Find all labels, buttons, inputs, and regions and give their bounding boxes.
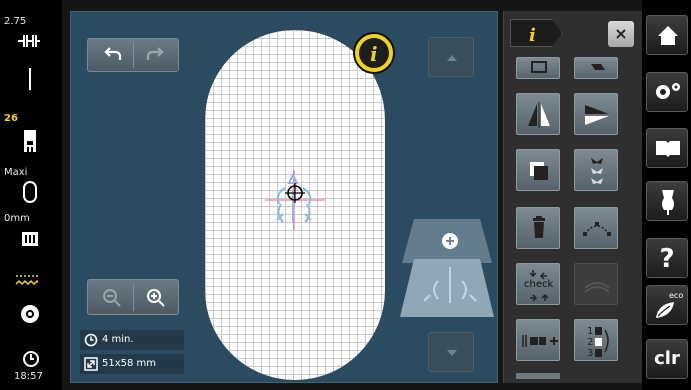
mirror-vertical-button[interactable] — [574, 93, 618, 135]
dress-form-icon — [662, 190, 674, 215]
stitch-time-label: 4 min. — [102, 334, 134, 345]
hoop-indicator-icon — [23, 181, 37, 203]
delete-button[interactable] — [516, 207, 560, 249]
zoom-out-icon[interactable] — [102, 288, 122, 308]
redo-icon[interactable] — [144, 46, 166, 66]
info-icon: i — [529, 25, 536, 45]
thread-value: 26 — [4, 113, 18, 124]
book-icon — [656, 141, 680, 157]
tool-partial-2[interactable] — [574, 57, 618, 79]
scissors-icon — [591, 64, 605, 70]
trash-icon — [533, 216, 545, 238]
layers-icon — [584, 282, 610, 293]
duplicate-icon — [530, 162, 548, 180]
svg-text:2: 2 — [587, 337, 593, 348]
pattern-repeat-icon — [591, 158, 603, 184]
svg-text:3: 3 — [587, 348, 593, 359]
undo-redo-group — [87, 38, 179, 72]
tool-partial-3[interactable] — [516, 373, 560, 379]
divider — [133, 283, 134, 311]
arrow-down-icon — [447, 350, 457, 356]
gear-icon — [656, 83, 680, 99]
help-button[interactable]: ? — [646, 238, 688, 278]
needle-value: 2.75 — [4, 16, 27, 27]
hoop-area[interactable] — [205, 30, 385, 380]
mirror-horizontal-icon — [528, 102, 550, 128]
scroll-down-button[interactable] — [428, 332, 474, 372]
tutorial-button[interactable] — [646, 128, 688, 168]
info-icon: i — [359, 38, 389, 68]
scroll-up-button[interactable] — [428, 37, 474, 77]
design-size-label: 51x58 mm — [102, 358, 157, 369]
feed-label: 0mm — [4, 213, 30, 224]
clear-button[interactable]: clr — [646, 339, 688, 379]
divider — [133, 42, 134, 68]
pattern-repeat-button[interactable] — [574, 149, 618, 191]
curve-button[interactable] — [574, 207, 618, 249]
number-order-icon: 1 2 3 — [587, 326, 609, 359]
feed-dog-icon — [22, 232, 38, 246]
color-blocks-icon — [522, 335, 558, 347]
eco-label: eco — [669, 291, 684, 300]
foot-label: Maxi — [4, 167, 28, 178]
mirror-vertical-icon — [585, 105, 609, 125]
curve-icon — [583, 222, 611, 236]
arrow-up-icon — [447, 55, 457, 61]
color-sequence-button[interactable] — [516, 319, 560, 361]
svg-text:i: i — [529, 25, 536, 45]
svg-text:1: 1 — [587, 326, 593, 337]
status-sidebar: 2.75 26 Maxi 0mm 18:57 — [0, 0, 62, 390]
tool-partial-1[interactable] — [516, 57, 560, 79]
bobbin-icon — [21, 305, 39, 323]
svg-text:i: i — [370, 42, 378, 66]
zoom-group — [87, 279, 179, 315]
home-icon — [658, 26, 678, 45]
undo-icon[interactable] — [102, 46, 124, 66]
design-size-panel: 51x58 mm — [80, 354, 184, 374]
duplicate-button[interactable] — [516, 149, 560, 191]
stitch-width-icon — [18, 35, 40, 47]
presser-foot-icon — [24, 130, 36, 152]
check-label: check — [524, 279, 554, 290]
disabled-tool-button[interactable] — [574, 263, 618, 305]
home-button[interactable] — [646, 15, 688, 55]
needle-icon — [29, 68, 31, 90]
check-button[interactable]: check — [516, 263, 560, 305]
resize-icon — [84, 357, 98, 371]
stitch-time-panel: 4 min. — [80, 330, 184, 350]
hoop-layer-preview[interactable] — [400, 215, 500, 319]
creative-consultant-button[interactable] — [646, 181, 688, 221]
eco-button[interactable]: eco — [646, 285, 688, 325]
info-tab[interactable]: i — [510, 19, 562, 47]
tension-icon — [15, 275, 38, 286]
info-button[interactable]: i — [353, 32, 395, 74]
zoom-in-icon[interactable] — [146, 288, 166, 308]
clock-icon — [84, 333, 98, 347]
tool-panel: i × check 1 2 3 — [503, 11, 643, 383]
mirror-horizontal-button[interactable] — [516, 93, 560, 135]
frame-icon — [531, 61, 547, 73]
time-display: 18:57 — [14, 371, 43, 382]
embroidery-design[interactable] — [205, 30, 385, 380]
sequence-order-button[interactable]: 1 2 3 — [574, 319, 618, 361]
close-button[interactable]: × — [608, 21, 634, 47]
leaf-icon — [656, 302, 674, 318]
setup-button[interactable] — [646, 72, 688, 112]
